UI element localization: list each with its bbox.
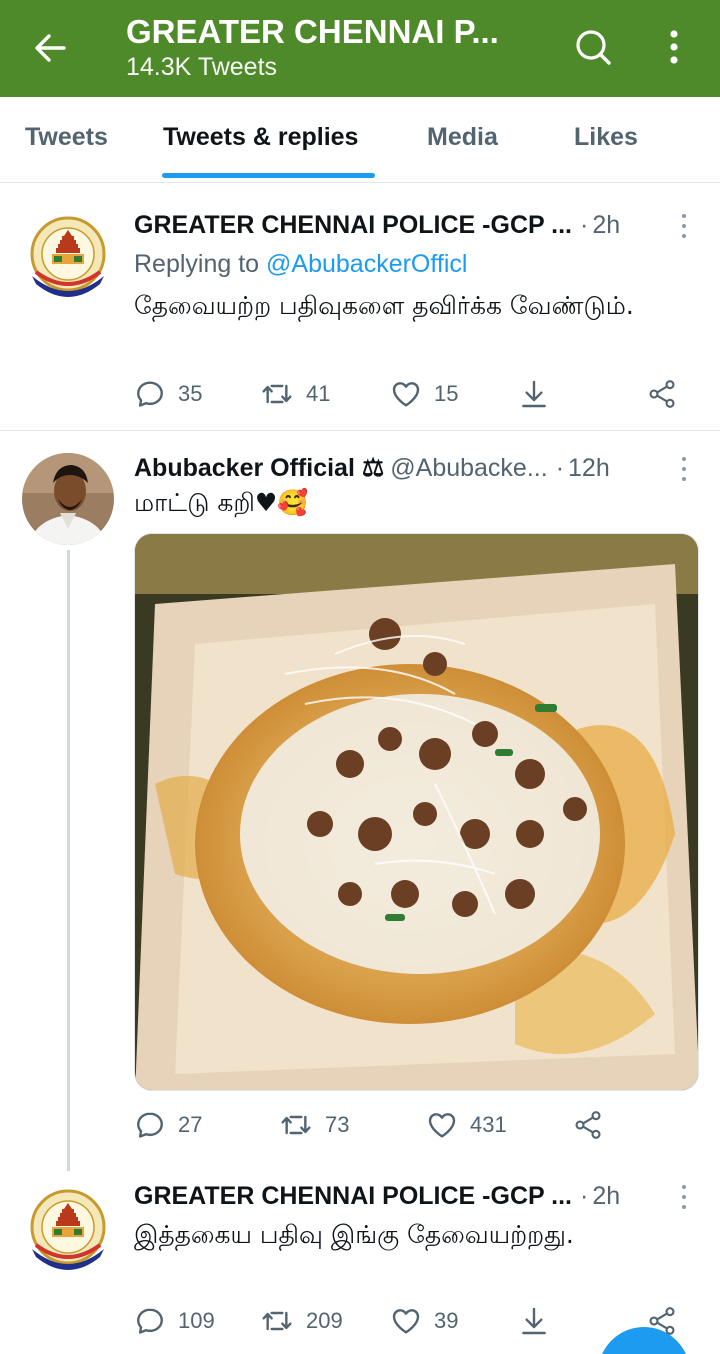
retweet-count: 73 — [325, 1112, 350, 1137]
police-emblem-icon — [22, 214, 114, 306]
profile-name-title: GREATER CHENNAI P... — [126, 13, 499, 50]
download-button[interactable] — [518, 374, 550, 414]
tweet-text: தேவையற்ற பதிவுகளை தவிர்க்க வேண்டும். — [134, 291, 634, 320]
tweet-header: Abubacker Official ⚖ @Abubacke... · 12h — [134, 451, 694, 485]
timestamp: 2h — [592, 210, 621, 239]
tweet[interactable]: GREATER CHENNAI POLICE -GCP ... · 2h இத்… — [0, 1171, 720, 1354]
tweet-actions: 109 209 39 — [134, 1301, 694, 1341]
tweet-more-button[interactable] — [676, 455, 692, 483]
vertical-dots-icon — [670, 30, 678, 64]
reply-button[interactable]: 109 — [134, 1301, 215, 1341]
reply-button[interactable]: 35 — [134, 374, 202, 414]
like-button[interactable]: 431 — [426, 1105, 507, 1145]
tweet-more-button[interactable] — [676, 1183, 692, 1211]
retweet-icon — [260, 1305, 294, 1337]
tab-tweets[interactable]: Tweets — [25, 123, 108, 152]
profile-tabs: Tweets Tweets & replies Media Likes — [0, 97, 720, 183]
heart-icon — [390, 378, 422, 410]
separator-dot: · — [555, 453, 565, 482]
retweet-count: 209 — [306, 1308, 343, 1333]
author-handle[interactable]: @Abubacke... — [390, 454, 547, 483]
search-icon — [576, 30, 611, 65]
like-count: 15 — [434, 381, 459, 406]
retweet-button[interactable]: 209 — [260, 1301, 343, 1341]
timestamp: 2h — [592, 1181, 621, 1210]
separator-dot: · — [580, 210, 589, 239]
author-name[interactable]: Abubacker Official ⚖ — [134, 453, 384, 483]
replying-prefix: Replying to — [134, 250, 260, 278]
share-icon — [646, 378, 678, 410]
reply-count: 109 — [178, 1308, 215, 1333]
like-button[interactable]: 15 — [390, 374, 458, 414]
download-arrow-icon — [518, 378, 550, 410]
reply-icon — [134, 1305, 166, 1337]
like-count: 431 — [470, 1112, 507, 1137]
profile-header: GREATER CHENNAI P... 14.3K Tweets — [126, 12, 546, 82]
heart-icon — [390, 1305, 422, 1337]
tweet-text: இத்தகைய பதிவு இங்கு தேவையற்றது. — [134, 1220, 574, 1249]
avatar[interactable] — [22, 1187, 114, 1279]
tweet-actions: 27 73 431 — [134, 1105, 694, 1145]
replying-to-line: Replying to @AbubackerOfficl — [134, 250, 467, 279]
top-app-bar: GREATER CHENNAI P... 14.3K Tweets — [0, 0, 720, 97]
like-count: 39 — [434, 1308, 459, 1333]
avatar[interactable] — [22, 453, 114, 545]
reply-button[interactable]: 27 — [134, 1105, 202, 1145]
avatar[interactable] — [22, 214, 114, 306]
mention-link[interactable]: @AbubackerOfficl — [266, 250, 467, 278]
tweet-more-button[interactable] — [676, 212, 692, 240]
tweet-actions: 35 41 15 — [134, 374, 694, 414]
heart-icon — [426, 1109, 458, 1141]
reply-count: 27 — [178, 1112, 203, 1137]
download-button[interactable] — [518, 1301, 550, 1341]
author-name[interactable]: GREATER CHENNAI POLICE -GCP ... — [134, 1182, 572, 1211]
tweet-header: GREATER CHENNAI POLICE -GCP ... · 2h — [134, 1179, 694, 1213]
tweet-photo[interactable] — [134, 533, 699, 1091]
separator-dot: · — [580, 1181, 589, 1210]
retweet-button[interactable]: 73 — [279, 1105, 349, 1145]
download-arrow-icon — [518, 1305, 550, 1337]
share-button[interactable] — [572, 1105, 604, 1145]
retweet-icon — [260, 378, 294, 410]
back-arrow-icon — [35, 34, 66, 62]
search-button[interactable] — [570, 24, 616, 70]
author-name[interactable]: GREATER CHENNAI POLICE -GCP ... — [134, 211, 572, 240]
tab-media[interactable]: Media — [427, 123, 498, 152]
reply-count: 35 — [178, 381, 203, 406]
timestamp: 12h — [568, 453, 610, 482]
retweet-button[interactable]: 41 — [260, 374, 330, 414]
tweet-count: 14.3K Tweets — [126, 53, 278, 81]
reply-icon — [134, 1109, 166, 1141]
like-button[interactable]: 39 — [390, 1301, 458, 1341]
share-icon — [572, 1109, 604, 1141]
tweet-text: மாட்டு கறி♥🥰 — [134, 488, 309, 517]
tab-likes[interactable]: Likes — [574, 123, 638, 152]
retweet-icon — [279, 1109, 313, 1141]
active-tab-indicator — [162, 173, 375, 178]
share-button[interactable] — [646, 374, 678, 414]
police-emblem-icon — [22, 1187, 114, 1279]
reply-icon — [134, 378, 166, 410]
overflow-menu-button[interactable] — [656, 24, 692, 70]
tweet-header: GREATER CHENNAI POLICE -GCP ... · 2h — [134, 208, 694, 242]
retweet-count: 41 — [306, 381, 331, 406]
user-photo-icon — [22, 453, 114, 545]
tab-tweets-and-replies[interactable]: Tweets & replies — [163, 123, 358, 152]
food-photo-icon — [135, 534, 698, 1090]
back-button[interactable] — [28, 28, 72, 68]
tweet[interactable]: GREATER CHENNAI POLICE -GCP ... · 2h Rep… — [0, 184, 720, 430]
